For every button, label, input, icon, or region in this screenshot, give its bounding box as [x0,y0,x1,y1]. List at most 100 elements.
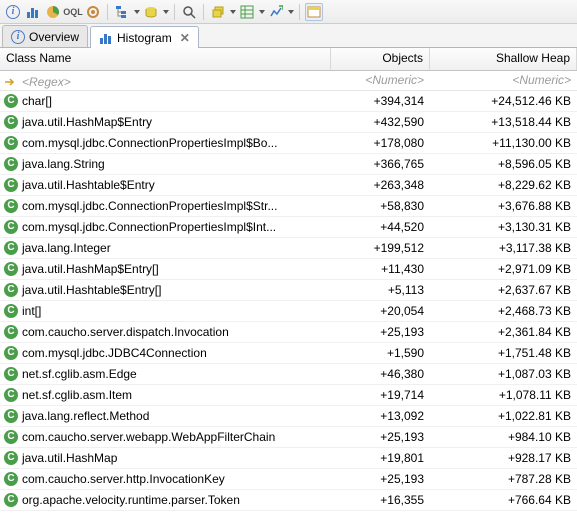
objects-cell: +11,430 [331,262,430,276]
table-row[interactable]: Ccom.caucho.server.dispatch.Invocation+2… [0,322,577,343]
objects-cell: +366,765 [331,157,430,171]
filter-heap[interactable]: <Numeric> [430,71,577,90]
column-shallow-heap[interactable]: Shallow Heap [430,48,577,70]
heap-cell: +3,130.31 KB [430,220,577,234]
heap-cell: +1,751.48 KB [430,346,577,360]
filter-objects[interactable]: <Numeric> [331,71,430,90]
table-row[interactable]: Corg.apache.velocity.runtime.parser.Toke… [0,490,577,511]
tree-dropdown[interactable] [133,3,140,21]
column-objects[interactable]: Objects [331,48,430,70]
tab-label: Overview [29,30,79,44]
objects-cell: +178,080 [331,136,430,150]
class-icon: C [4,304,18,318]
table-row[interactable]: Ccom.mysql.jdbc.JDBC4Connection+1,590+1,… [0,343,577,364]
oql-icon[interactable]: OQL [64,3,82,21]
class-icon: C [4,136,18,150]
layers-icon[interactable] [209,3,227,21]
objects-cell: +25,193 [331,325,430,339]
separator [299,4,300,20]
objects-cell: +46,380 [331,367,430,381]
class-name-cell: com.caucho.server.webapp.WebAppFilterCha… [22,430,275,444]
close-icon[interactable]: ✕ [180,31,190,45]
class-icon: C [4,388,18,402]
table-row[interactable]: Cint[]+20,054+2,468.73 KB [0,301,577,322]
heap-cell: +13,518.44 KB [430,115,577,129]
class-icon: C [4,346,18,360]
class-name-cell: java.lang.Integer [22,241,111,255]
grid-dropdown[interactable] [258,3,265,21]
objects-cell: +1,590 [331,346,430,360]
class-name-cell: char[] [22,94,52,108]
overview-icon[interactable]: i [4,3,22,21]
class-icon: C [4,367,18,381]
table-row[interactable]: Cjava.lang.Integer+199,512+3,117.38 KB [0,238,577,259]
class-icon: C [4,178,18,192]
class-name-cell: java.util.Hashtable$Entry[] [22,283,161,297]
class-icon: C [4,451,18,465]
heap-cell: +24,512.46 KB [430,94,577,108]
heap-cell: +766.64 KB [430,493,577,507]
tab-overview[interactable]: i Overview [2,25,88,47]
table-row[interactable]: Cjava.util.Hashtable$Entry[]+5,113+2,637… [0,280,577,301]
table-row[interactable]: Ccom.caucho.server.webapp.WebAppFilterCh… [0,427,577,448]
panel-icon[interactable] [305,3,323,21]
table-row[interactable]: Cjava.lang.String+366,765+8,596.05 KB [0,154,577,175]
export-icon[interactable] [267,3,285,21]
heap-cell: +2,468.73 KB [430,304,577,318]
class-name-cell: java.util.Hashtable$Entry [22,178,155,192]
tree-icon[interactable] [113,3,131,21]
heap-cell: +2,971.09 KB [430,262,577,276]
class-icon: C [4,262,18,276]
table-row[interactable]: Cjava.util.Hashtable$Entry+263,348+8,229… [0,175,577,196]
class-name-cell: com.mysql.jdbc.ConnectionPropertiesImpl$… [22,199,277,213]
class-icon: C [4,283,18,297]
heap-cell: +1,078.11 KB [430,388,577,402]
filter-regex[interactable]: <Regex> [0,71,331,90]
db-dropdown[interactable] [162,3,169,21]
tab-bar: i Overview Histogram ✕ [0,24,577,48]
table-row[interactable]: Ccom.mysql.jdbc.ConnectionPropertiesImpl… [0,196,577,217]
gear-icon[interactable] [84,3,102,21]
tab-histogram[interactable]: Histogram ✕ [90,26,199,48]
export-dropdown[interactable] [287,3,294,21]
heap-cell: +2,637.67 KB [430,283,577,297]
class-name-cell: java.lang.reflect.Method [22,409,149,423]
search-icon[interactable] [180,3,198,21]
class-name-cell: org.apache.velocity.runtime.parser.Token [22,493,240,507]
objects-cell: +25,193 [331,430,430,444]
objects-cell: +394,314 [331,94,430,108]
table-row[interactable]: Cnet.sf.cglib.asm.Edge+46,380+1,087.03 K… [0,364,577,385]
layers-dropdown[interactable] [229,3,236,21]
class-name-cell: com.caucho.server.http.InvocationKey [22,472,225,486]
info-icon: i [11,30,25,44]
db-icon[interactable] [142,3,160,21]
table-row[interactable]: Cchar[]+394,314+24,512.46 KB [0,91,577,112]
table-row[interactable]: Cjava.util.HashMap+19,801+928.17 KB [0,448,577,469]
filter-row: <Regex> <Numeric> <Numeric> [0,71,577,91]
pie-icon[interactable] [44,3,62,21]
class-name-cell: net.sf.cglib.asm.Item [22,388,132,402]
class-icon: C [4,199,18,213]
objects-cell: +263,348 [331,178,430,192]
table-row[interactable]: Cjava.util.HashMap$Entry+432,590+13,518.… [0,112,577,133]
tab-label: Histogram [117,31,172,45]
histogram-icon [99,31,113,45]
table-row[interactable]: Ccom.mysql.jdbc.ConnectionPropertiesImpl… [0,217,577,238]
class-name-cell: java.util.HashMap [22,451,117,465]
separator [203,4,204,20]
table-row[interactable]: Cnet.sf.cglib.asm.Item+19,714+1,078.11 K… [0,385,577,406]
table-row[interactable]: Ccom.mysql.jdbc.ConnectionPropertiesImpl… [0,133,577,154]
objects-cell: +199,512 [331,241,430,255]
grid-icon[interactable] [238,3,256,21]
table-body: Cchar[] +394,314+24,512.46 KB Cjava.util.H… [0,91,577,511]
class-name-cell: int[] [22,304,41,318]
table-row[interactable]: Ccom.caucho.server.http.InvocationKey+25… [0,469,577,490]
class-icon: C [4,493,18,507]
table-row[interactable]: Cjava.util.HashMap$Entry[]+11,430+2,971.… [0,259,577,280]
objects-cell: +25,193 [331,472,430,486]
histogram-icon[interactable] [24,3,42,21]
class-name-cell: java.lang.String [22,157,105,171]
heap-cell: +787.28 KB [430,472,577,486]
column-class-name[interactable]: Class Name [0,48,331,70]
table-row[interactable]: Cjava.lang.reflect.Method+13,092+1,022.8… [0,406,577,427]
